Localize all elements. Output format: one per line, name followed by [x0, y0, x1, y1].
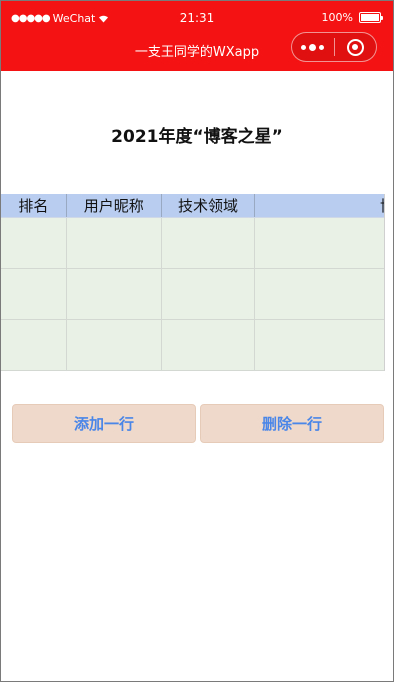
delete-row-button[interactable]: 删除一行 — [200, 404, 384, 443]
table-row — [1, 218, 384, 269]
battery-icon — [359, 12, 383, 23]
header-tech-field: 技术领域 — [162, 194, 256, 217]
battery-fill — [361, 14, 379, 21]
table-cell — [67, 320, 162, 370]
header-nickname: 用户昵称 — [67, 194, 162, 217]
table-cell — [255, 218, 384, 268]
top-bar: ●●●●● WeChat 21:31 100% 一支王同学的WXapp — [1, 1, 393, 71]
star-table: 排名 用户昵称 技术领域 博 — [1, 194, 385, 371]
table-cell — [67, 269, 162, 319]
table-header: 排名 用户昵称 技术领域 博 — [1, 194, 384, 218]
truncated-header-text: 博 — [380, 194, 384, 217]
table-row — [1, 320, 384, 371]
more-button[interactable] — [292, 33, 334, 61]
table-cell — [67, 218, 162, 268]
status-right: 100% — [321, 11, 383, 24]
table-row — [1, 269, 384, 320]
page-title: 2021年度“博客之星” — [111, 127, 283, 147]
table-cell — [1, 218, 67, 268]
table-cell — [162, 320, 256, 370]
menu-capsule — [291, 32, 377, 62]
table-cell — [1, 320, 67, 370]
nav-bar: 一支王同学的WXapp — [1, 29, 393, 71]
target-circle-icon — [346, 38, 364, 56]
header-truncated: 博 — [255, 194, 384, 217]
close-button[interactable] — [335, 33, 377, 61]
status-bar: ●●●●● WeChat 21:31 100% — [1, 1, 393, 29]
more-dots-icon — [301, 43, 325, 51]
table-cell — [162, 269, 256, 319]
battery-percentage: 100% — [321, 11, 353, 24]
add-row-button[interactable]: 添加一行 — [12, 404, 196, 443]
table-cell — [255, 269, 384, 319]
action-buttons: 添加一行 删除一行 — [12, 404, 384, 443]
table-cell — [255, 320, 384, 370]
header-rank: 排名 — [1, 194, 67, 217]
table-cell — [1, 269, 67, 319]
phone-screen: ●●●●● WeChat 21:31 100% 一支王同学的WXapp 2021… — [0, 0, 394, 682]
table-cell — [162, 218, 256, 268]
